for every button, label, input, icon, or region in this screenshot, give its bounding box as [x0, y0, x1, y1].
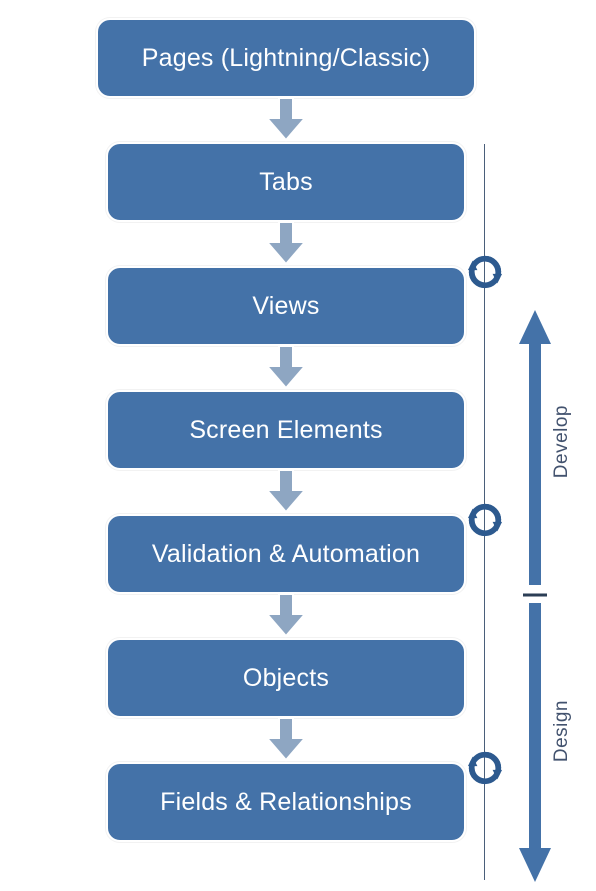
box-label: Screen Elements — [189, 416, 382, 445]
phase-divider-tick — [515, 590, 555, 600]
box-label: Pages (Lightning/Classic) — [142, 44, 430, 73]
down-arrow-icon — [106, 718, 466, 762]
box-objects: Objects — [106, 638, 466, 718]
phase-label-design: Design — [551, 700, 573, 762]
down-arrow-icon — [106, 222, 466, 266]
develop-arrow — [515, 310, 555, 590]
cycle-icon — [466, 253, 504, 291]
box-label: Views — [252, 292, 319, 321]
box-views: Views — [106, 266, 466, 346]
box-label: Tabs — [259, 168, 313, 197]
down-arrow-icon — [106, 470, 466, 514]
box-label: Objects — [243, 664, 329, 693]
box-label: Validation & Automation — [152, 540, 420, 569]
box-screen-elements: Screen Elements — [106, 390, 466, 470]
flowchart: Pages (Lightning/Classic) Tabs Views Scr… — [106, 18, 466, 842]
box-tabs: Tabs — [106, 142, 466, 222]
cycle-icon — [466, 501, 504, 539]
down-arrow-icon — [106, 594, 466, 638]
box-label: Fields & Relationships — [160, 788, 412, 817]
design-arrow — [515, 598, 555, 883]
phase-label-develop: Develop — [551, 405, 573, 478]
cycle-icon — [466, 749, 504, 787]
down-arrow-icon — [106, 346, 466, 390]
box-fields-relationships: Fields & Relationships — [106, 762, 466, 842]
box-validation-automation: Validation & Automation — [106, 514, 466, 594]
down-arrow-icon — [106, 98, 466, 142]
box-pages: Pages (Lightning/Classic) — [96, 18, 476, 98]
